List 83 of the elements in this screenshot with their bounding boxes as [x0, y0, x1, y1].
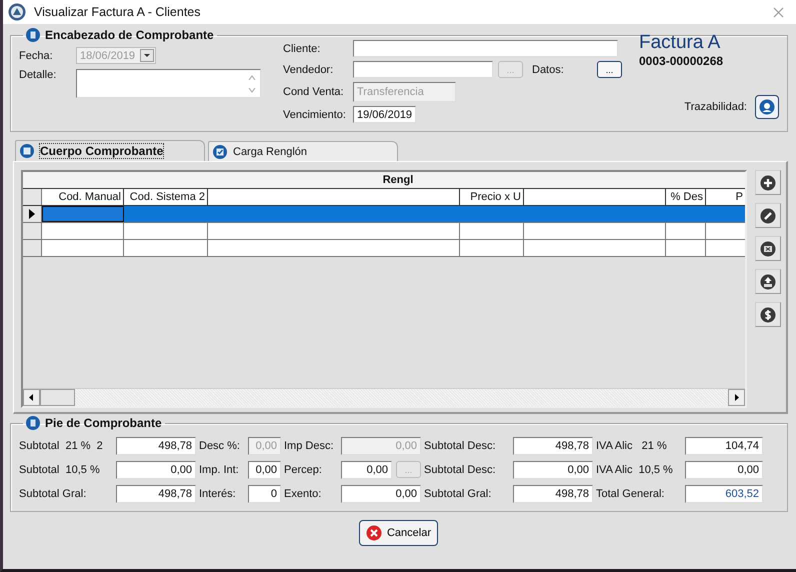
dropdown-icon: [140, 49, 154, 62]
amount-field[interactable]: 498,78: [116, 485, 196, 503]
table-row[interactable]: [23, 240, 745, 257]
field-label: Imp. Int:: [199, 464, 240, 476]
field-label: Vendedor:: [283, 64, 334, 76]
seller-field[interactable]: [353, 61, 493, 78]
amount-field[interactable]: 0,00: [116, 461, 196, 479]
amount-field[interactable]: 498,78: [116, 437, 196, 455]
field-label: IVA Alic 10,5 %: [596, 464, 674, 476]
close-icon: [760, 240, 776, 256]
coin-icon: [760, 306, 776, 322]
field-label: Detalle:: [19, 69, 58, 81]
field-label: Subtotal 10,5 %: [19, 464, 101, 476]
document-type: Factura A: [639, 32, 722, 54]
window-title: Visualizar Factura A - Clientes: [34, 5, 202, 19]
client-field[interactable]: [353, 40, 618, 57]
field-label: Subtotal Desc:: [424, 440, 497, 452]
column-header[interactable]: % Des: [666, 189, 706, 205]
scroll-thumb[interactable]: [40, 389, 75, 406]
field-label: Subtotal Desc:: [424, 464, 497, 476]
close-icon[interactable]: [773, 6, 784, 18]
tab[interactable]: Cuerpo Comprobante: [15, 140, 205, 161]
scroll-left-icon[interactable]: [23, 389, 40, 406]
field-label: Cond Venta:: [283, 86, 345, 98]
detail-field[interactable]: [76, 69, 261, 98]
checkbox-icon: [213, 144, 227, 158]
add-button[interactable]: [755, 170, 781, 195]
table-row[interactable]: [23, 206, 745, 223]
field-label: Imp Desc:: [284, 440, 335, 452]
column-header[interactable]: Cod. Sistema 2: [124, 189, 208, 205]
grid-title: Rengl: [23, 172, 745, 189]
amount-field[interactable]: 0: [248, 485, 281, 503]
scroll-right-icon[interactable]: [728, 389, 745, 406]
save-icon: [20, 144, 34, 158]
pencil-icon: [760, 208, 776, 224]
column-header[interactable]: Precio x U: [460, 189, 524, 205]
amount-field[interactable]: 0,00: [248, 461, 281, 479]
delete-button[interactable]: [755, 236, 781, 261]
amount-field[interactable]: 0,00: [685, 461, 763, 479]
tab[interactable]: Carga Renglón: [208, 141, 398, 161]
group-title: Encabezado de Comprobante: [45, 28, 214, 42]
amount-field[interactable]: 0,00: [513, 461, 593, 479]
field-label: Total General:: [596, 488, 666, 500]
column-header[interactable]: Cod. Manual: [42, 189, 124, 205]
field-label: Vencimiento:: [283, 108, 347, 120]
edit-button[interactable]: [755, 203, 781, 228]
group-title: Pie de Comprobante: [45, 416, 162, 430]
data-button[interactable]: ...: [597, 61, 622, 78]
field-label: Subtotal Gral:: [19, 488, 88, 500]
user-icon: [759, 99, 775, 115]
table-row[interactable]: [23, 223, 745, 240]
amount-field[interactable]: 0,00: [341, 485, 421, 503]
app-logo-icon: [8, 3, 26, 21]
traceability-button[interactable]: [755, 95, 779, 119]
due-date-field[interactable]: 19/06/2019: [353, 106, 416, 123]
plus-icon: [760, 174, 776, 190]
document-icon: [26, 416, 40, 430]
field-label: Percep:: [284, 464, 323, 476]
price-button[interactable]: [755, 302, 781, 327]
scroll-arrows-icon: [247, 72, 257, 94]
amount-field[interactable]: 104,74: [685, 437, 763, 455]
field-label: Desc %:: [199, 440, 241, 452]
amount-field[interactable]: 0,00: [341, 461, 392, 479]
field-label: IVA Alic 21 %: [596, 440, 668, 452]
column-header[interactable]: P: [706, 189, 745, 205]
row-pointer-icon: [29, 209, 35, 219]
document-number: 0003-00000268: [639, 54, 724, 68]
field-label: Datos:: [532, 64, 565, 76]
amount-field[interactable]: 603,52: [685, 485, 763, 503]
field-label: Trazabilidad:: [684, 101, 747, 113]
document-icon: [26, 28, 40, 42]
amount-field[interactable]: 498,78: [513, 437, 593, 455]
upload-icon: [760, 274, 776, 290]
field-label: Exento:: [284, 488, 322, 500]
amount-field[interactable]: 498,78: [513, 485, 593, 503]
field-label: Interés:: [199, 488, 237, 500]
cancel-icon: [366, 525, 382, 541]
field-label: Subtotal 21 % 2: [19, 440, 104, 452]
field-label: Cliente:: [283, 42, 322, 54]
field-label: Fecha:: [19, 50, 54, 62]
cancel-button[interactable]: Cancelar: [358, 520, 438, 546]
upload-button[interactable]: [755, 269, 781, 294]
field-label: Subtotal Gral:: [424, 488, 492, 500]
